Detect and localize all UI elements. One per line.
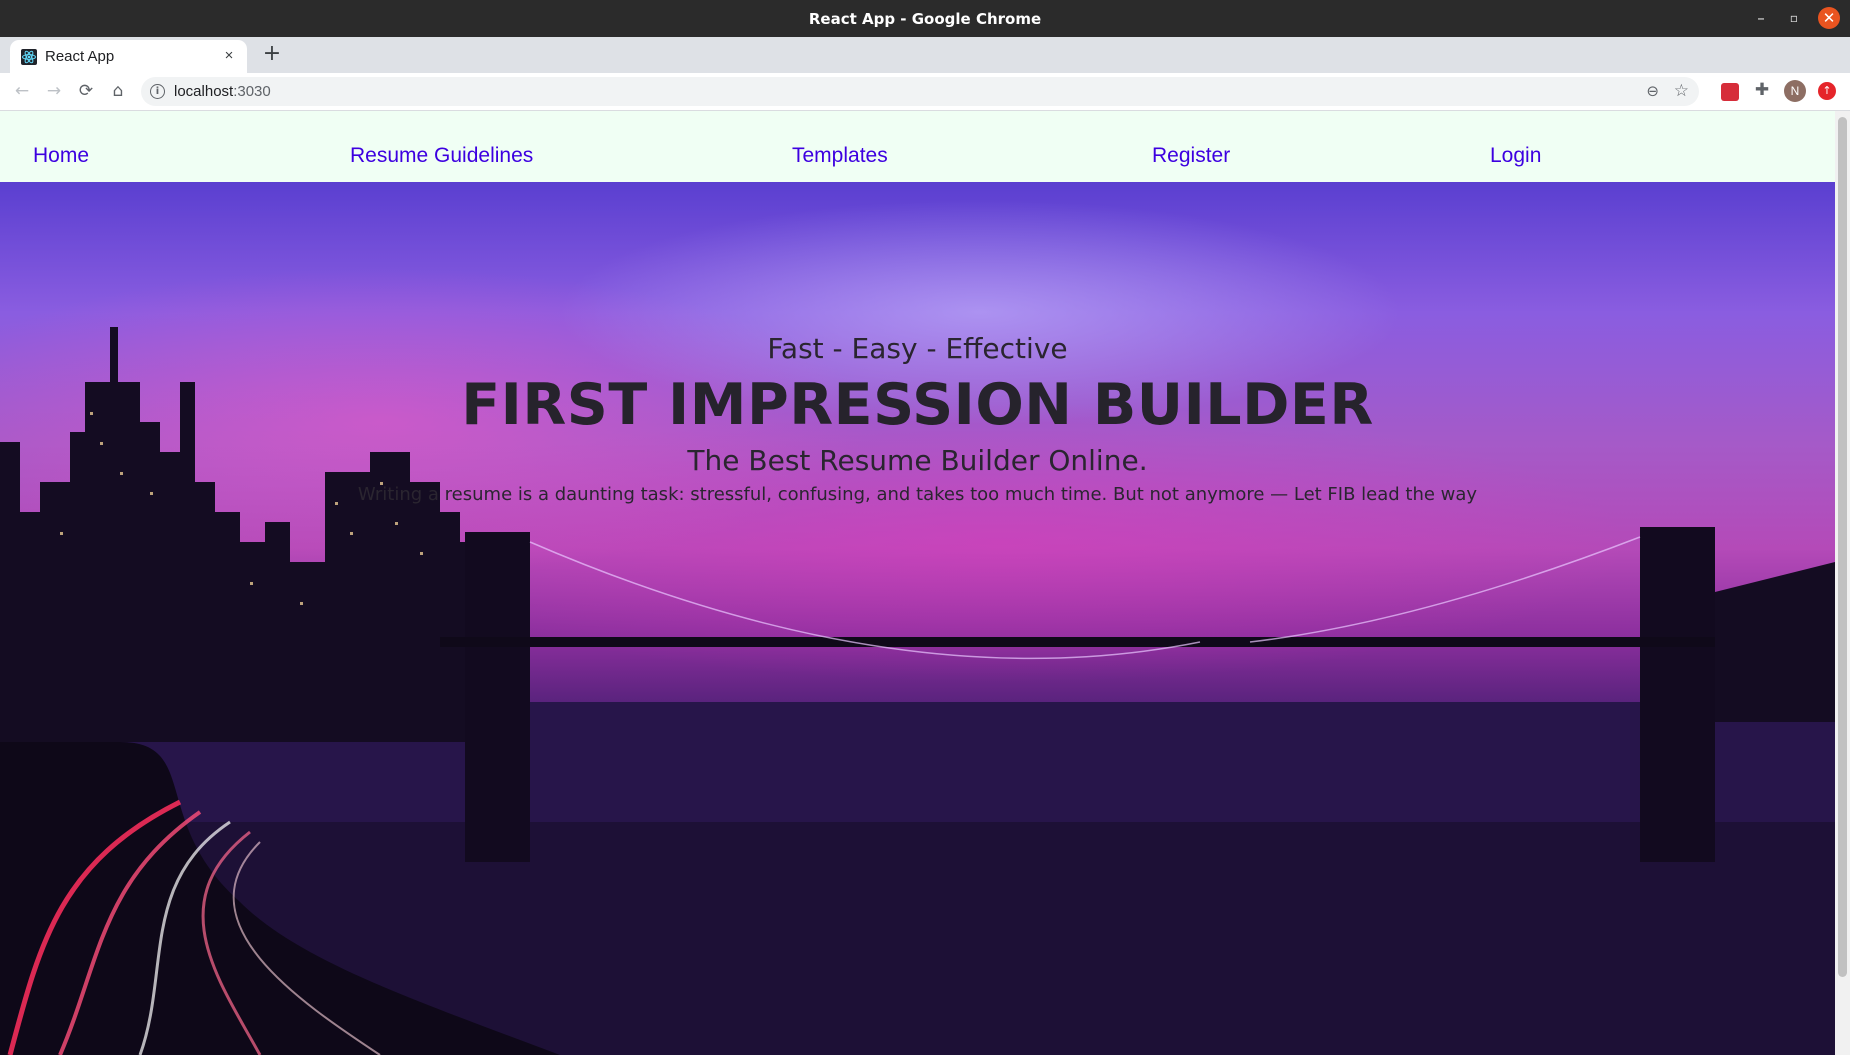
profile-avatar[interactable]: N: [1784, 80, 1806, 102]
scrollbar-thumb[interactable]: [1838, 117, 1847, 977]
nav-link-templates[interactable]: Templates: [792, 144, 888, 168]
nav-link-login[interactable]: Login: [1490, 144, 1541, 168]
new-tab-button[interactable]: +: [258, 40, 286, 68]
forward-arrow-icon[interactable]: →: [40, 77, 68, 105]
tab-react-app[interactable]: React App ×: [10, 40, 247, 73]
update-icon[interactable]: ↑: [1818, 82, 1836, 100]
hero-section: Fast - Easy - Effective FIRST IMPRESSION…: [0, 182, 1835, 1055]
close-icon: ✕: [1818, 7, 1840, 29]
browser-toolbar: ← → ⟳ ⌂ i localhost:3030 ⊖ ☆ ✚ N ↑: [0, 73, 1850, 111]
hero-title: FIRST IMPRESSION BUILDER: [461, 372, 1374, 438]
window-title-bar: React App - Google Chrome – ▫ ✕: [0, 0, 1850, 37]
city-skyline-background-image: [0, 327, 1835, 1055]
window-title: React App - Google Chrome: [808, 10, 1042, 28]
url-host: localhost: [174, 83, 234, 100]
url-port: :3030: [233, 83, 271, 100]
extensions-puzzle-icon[interactable]: ✚: [1753, 81, 1771, 99]
bookmark-star-icon[interactable]: ☆: [1674, 77, 1689, 106]
react-icon: [21, 49, 37, 65]
minimize-icon[interactable]: –: [1745, 0, 1777, 37]
nav-link-home[interactable]: Home: [33, 144, 89, 168]
tab-close-icon[interactable]: ×: [219, 46, 239, 66]
site-navbar: Home Resume Guidelines Templates Registe…: [0, 111, 1835, 182]
zoom-icon[interactable]: ⊖: [1646, 77, 1659, 106]
maximize-icon[interactable]: ▫: [1778, 0, 1810, 37]
site-info-icon[interactable]: i: [150, 84, 165, 99]
back-arrow-icon[interactable]: ←: [8, 77, 36, 105]
address-bar[interactable]: i localhost:3030 ⊖ ☆: [141, 77, 1699, 106]
tab-title: React App: [45, 48, 115, 65]
close-window-button[interactable]: ✕: [1813, 0, 1845, 37]
page-viewport: Home Resume Guidelines Templates Registe…: [0, 111, 1835, 1055]
hero-description: Writing a resume is a daunting task: str…: [357, 484, 1478, 505]
home-icon[interactable]: ⌂: [104, 77, 132, 105]
hero-tagline: Fast - Easy - Effective: [767, 332, 1068, 365]
address-url[interactable]: localhost:3030: [174, 77, 271, 106]
nav-link-resume-guidelines[interactable]: Resume Guidelines: [350, 144, 533, 168]
reload-icon[interactable]: ⟳: [72, 77, 100, 105]
hero-subtitle: The Best Resume Builder Online.: [687, 444, 1148, 477]
page-scrollbar[interactable]: [1835, 111, 1850, 1055]
nav-link-register[interactable]: Register: [1152, 144, 1230, 168]
extension-icon[interactable]: [1721, 83, 1739, 101]
